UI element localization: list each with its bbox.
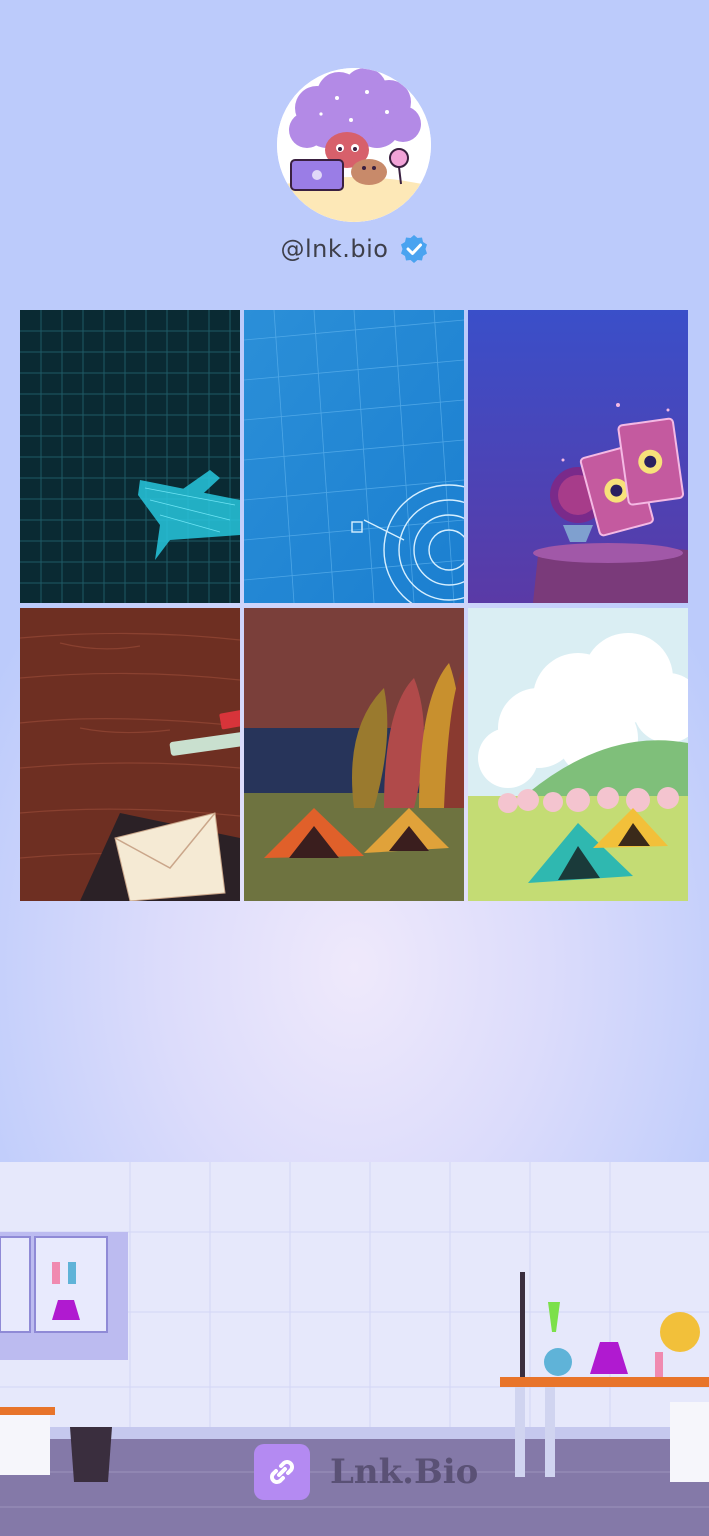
- tile-wood-desk-envelope[interactable]: [20, 608, 240, 901]
- brand-logo: [254, 1444, 310, 1500]
- footer-brand[interactable]: Lnk.Bio: [254, 1444, 478, 1500]
- tile-blue-blueprint[interactable]: [244, 310, 464, 603]
- tile-tarot-cards[interactable]: [468, 310, 688, 603]
- cartoon-avatar-illustration: [277, 68, 431, 222]
- tile-spring-camping[interactable]: [468, 608, 688, 901]
- tile-airplane-blueprint[interactable]: [20, 310, 240, 603]
- profile-handle: @lnk.bio: [280, 235, 389, 263]
- tile-autumn-camping[interactable]: [244, 608, 464, 901]
- brand-name: Lnk.Bio: [330, 1452, 479, 1492]
- link-icon: [270, 1460, 294, 1484]
- verified-badge-icon: [400, 235, 427, 263]
- profile-avatar[interactable]: [277, 68, 431, 222]
- profile-handle-row: @lnk.bio: [0, 234, 709, 264]
